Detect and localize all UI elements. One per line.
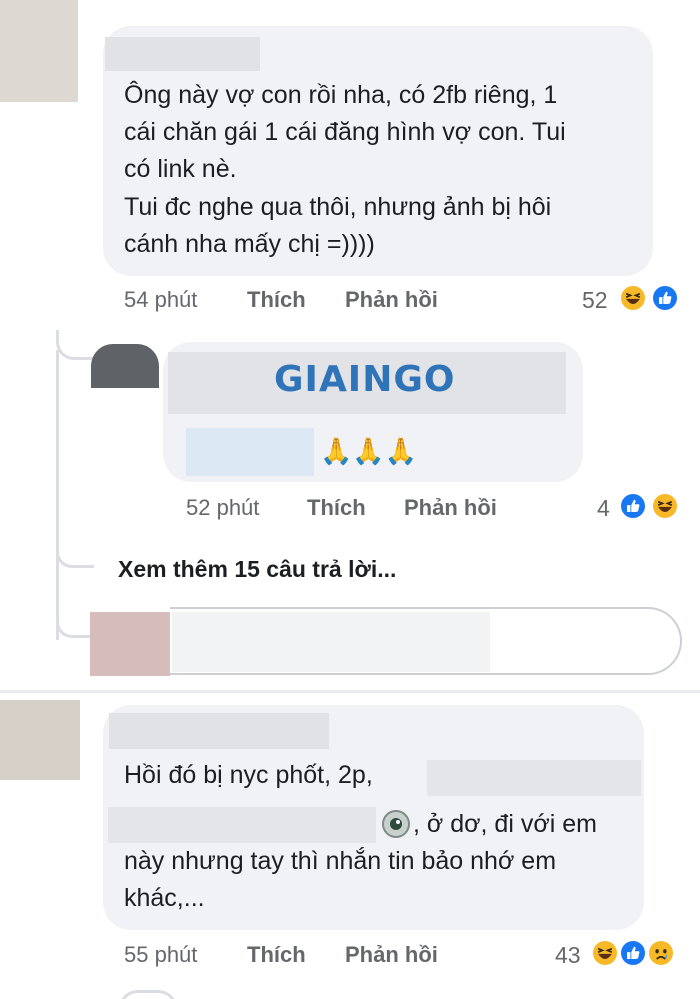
comment-time[interactable]: 52 phút [186, 495, 259, 521]
comment-text-line: Hồi đó bị nyc phốt, 2p, [124, 761, 373, 789]
redacted-input-placeholder [172, 612, 490, 672]
like-icon [651, 284, 679, 312]
reply-thread-line [56, 548, 94, 568]
redacted-text [108, 807, 376, 843]
avatar[interactable] [91, 344, 159, 388]
comment-text-line: có link nè. [124, 155, 237, 183]
haha-icon [619, 284, 647, 312]
avatar[interactable] [0, 0, 78, 102]
redacted-text [186, 428, 314, 476]
like-button[interactable]: Thích [307, 495, 366, 521]
commenter-name-redacted[interactable] [105, 37, 260, 71]
comment-text-line: Ông này vợ con rồi nha, có 2fb riêng, 1 [124, 81, 558, 109]
like-icon [619, 939, 647, 967]
avatar[interactable] [0, 700, 80, 780]
commenter-name-redacted[interactable] [109, 713, 329, 749]
like-icon [619, 492, 647, 520]
comment-text-line: Tui đc nghe qua thôi, nhưng ảnh bị hôi [124, 193, 552, 221]
comment-text-line: , ở dơ, đi với em [413, 810, 597, 838]
avatar[interactable] [90, 612, 170, 676]
comment-text-line: khác,... [124, 884, 205, 912]
reaction-count[interactable]: 43 [555, 942, 581, 969]
emoji-text: 🙏🙏🙏 [320, 436, 418, 466]
view-more-replies-link[interactable]: Xem thêm 15 câu trả lời... [118, 556, 396, 583]
like-button[interactable]: Thích [247, 287, 306, 313]
sad-icon [647, 939, 675, 967]
comment-text-line: cánh nha mấy chị =)))) [124, 230, 375, 258]
divider [0, 690, 700, 693]
reply-thread-line [56, 330, 96, 360]
comment-time[interactable]: 54 phút [124, 287, 197, 313]
comment-text-line: này nhưng tay thì nhắn tin bảo nhớ em [124, 847, 557, 875]
haha-icon [591, 939, 619, 967]
reply-button[interactable]: Phản hồi [345, 287, 438, 313]
reply-thread-line [118, 990, 178, 999]
reply-button[interactable]: Phản hồi [345, 942, 438, 968]
watermark: GIAINGO [274, 359, 456, 400]
reaction-count[interactable]: 4 [597, 495, 610, 522]
reaction-count[interactable]: 52 [582, 287, 608, 314]
like-button[interactable]: Thích [247, 942, 306, 968]
reply-thread-line [56, 612, 90, 638]
reply-thread-line [56, 350, 59, 640]
comment-time[interactable]: 55 phút [124, 942, 197, 968]
haha-icon [651, 492, 679, 520]
comment-text-line: cái chăn gái 1 cái đăng hình vợ con. Tui [124, 118, 566, 146]
eye-emoji-icon [381, 809, 411, 839]
redacted-text [427, 760, 641, 796]
reply-button[interactable]: Phản hồi [404, 495, 497, 521]
